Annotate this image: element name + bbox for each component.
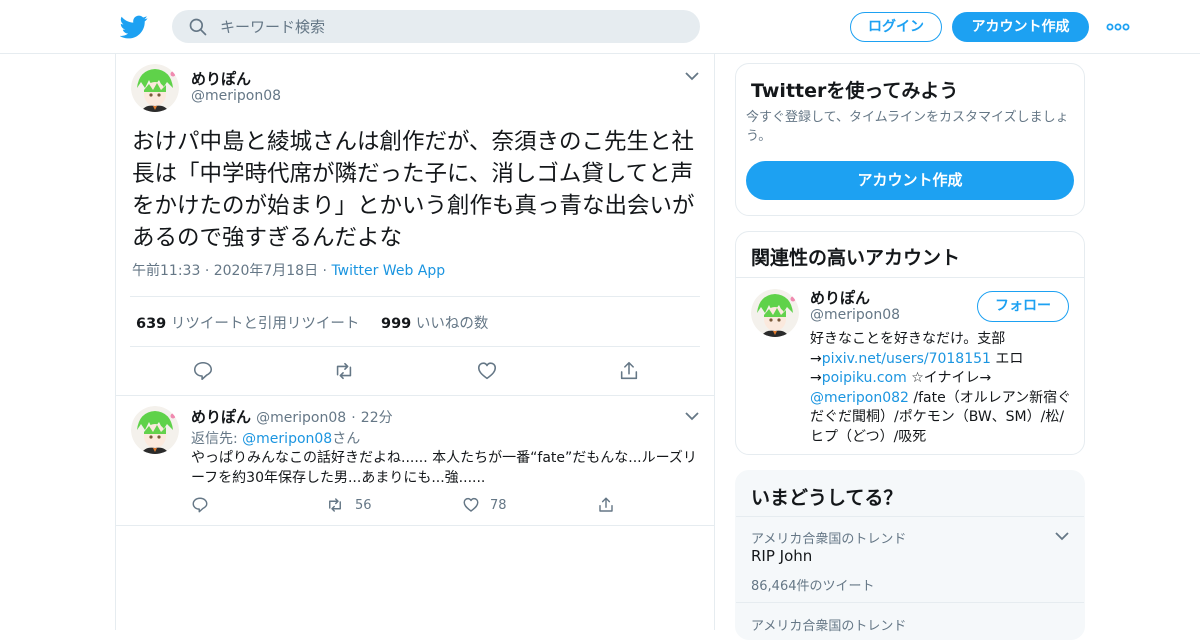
related-card-title: 関連性の高いアカウント <box>751 247 961 269</box>
like-label: いいねの数 <box>415 316 489 332</box>
reply-context: 返信先: @meripon08さん <box>191 428 360 448</box>
main-column: めりぽん @meripon08 おけパ中島と綾城さんは創作だが、奈須きのこ先生と… <box>115 54 715 630</box>
more-dots-icon[interactable] <box>1106 20 1130 34</box>
card-divider <box>736 602 1084 603</box>
twitter-bird-icon[interactable] <box>120 13 148 41</box>
like-count: 999 <box>381 316 412 332</box>
reply-author-name[interactable]: めりぽん <box>191 408 251 426</box>
meta-separator: · <box>351 410 356 426</box>
login-button[interactable]: ログイン <box>850 12 942 42</box>
signup-card-description: 今すぐ登録して、タイムラインをカスタマイズしましょう。 <box>746 110 1069 144</box>
signup-button[interactable]: アカウント作成 <box>952 12 1089 42</box>
reply-retweet-count: 56 <box>355 498 372 513</box>
bio-arrow: → <box>810 370 822 386</box>
trend-context: アメリカ合衆国のトレンド <box>751 532 907 547</box>
avatar[interactable] <box>131 406 179 454</box>
search-icon <box>189 18 207 36</box>
reply-author-handle[interactable]: @meripon08 <box>256 410 346 426</box>
reply-age[interactable]: 22分 <box>361 410 393 426</box>
tweet-stats: 639 リツイートと引用リツイート 999 いいねの数 <box>130 296 700 347</box>
follow-button[interactable]: フォロー <box>977 291 1069 322</box>
bio-link-pixiv[interactable]: pixiv.net/users/7018151 <box>822 351 991 367</box>
share-icon[interactable] <box>597 496 615 514</box>
bio-text: 好きなことを好きなだけ。支部 <box>810 331 1006 347</box>
search-box[interactable] <box>172 10 700 43</box>
tweet-text: おけパ中島と綾城さんは創作だが、奈須きのこ先生と社長は「中学時代席が隣だった子に… <box>132 129 695 251</box>
share-icon[interactable] <box>618 360 640 382</box>
avatar[interactable] <box>131 64 179 112</box>
reply-prefix: 返信先: <box>191 431 243 447</box>
trends-card-title: いまどうしてる？ <box>751 487 903 509</box>
retweet-icon[interactable] <box>333 360 355 382</box>
related-account-bio: 好きなことを好きなだけ。支部 →pixiv.net/users/7018151 エ… <box>810 330 1072 447</box>
trend-context: アメリカ合衆国のトレンド <box>751 619 907 634</box>
reply-suffix: さん <box>332 431 361 447</box>
tweet-source-link[interactable]: Twitter Web App <box>331 263 445 279</box>
retweet-stat[interactable]: 639 リツイートと引用リツイート <box>136 312 359 333</box>
bio-link-poipiku[interactable]: poipiku.com <box>822 370 907 386</box>
retweet-count: 639 <box>136 316 167 332</box>
meta-separator: · <box>204 263 214 279</box>
avatar[interactable] <box>751 289 799 337</box>
card-divider <box>736 277 1084 278</box>
related-accounts-card: 関連性の高いアカウント めりぽん @meripon08 フォロー 好きなことを好… <box>735 231 1085 455</box>
search-input[interactable] <box>220 10 680 43</box>
tweet-divider <box>116 525 714 526</box>
bio-text: ☆イナイレ→ <box>906 370 992 386</box>
signup-card-button[interactable]: アカウント作成 <box>746 161 1074 200</box>
bio-arrow: → <box>810 350 822 367</box>
top-bar: ログイン アカウント作成 <box>0 0 1200 54</box>
retweet-label: リツイートと引用リツイート <box>170 316 360 332</box>
bio-link-mention[interactable]: @meripon082 <box>810 390 909 406</box>
tweet-time[interactable]: 午前11:33 <box>132 263 200 279</box>
related-account-handle[interactable]: @meripon08 <box>810 307 900 323</box>
like-icon[interactable] <box>476 360 498 382</box>
trends-card: いまどうしてる？ アメリカ合衆国のトレンド RIP John 86,464件のツ… <box>735 470 1085 640</box>
signup-card: Twitterを使ってみよう 今すぐ登録して、タイムラインをカスタマイズしましょ… <box>735 63 1085 216</box>
reply-like-count: 78 <box>490 498 507 513</box>
card-divider <box>736 516 1084 517</box>
like-stat[interactable]: 999 いいねの数 <box>381 312 488 333</box>
tweet-meta: 午前11:33 · 2020年7月18日 · Twitter Web App <box>132 260 445 280</box>
reply-text: やっぱりみんなこの話好きだよね...... 本人たちが一番“fate”だもんな.… <box>191 450 697 486</box>
reply-header: めりぽん @meripon08 · 22分 <box>191 406 393 427</box>
like-icon[interactable] <box>462 496 480 514</box>
author-handle[interactable]: @meripon08 <box>191 88 281 104</box>
chevron-down-icon[interactable] <box>684 411 700 421</box>
author-name[interactable]: めりぽん <box>191 68 251 89</box>
retweet-icon[interactable] <box>326 496 344 514</box>
chevron-down-icon[interactable] <box>1054 531 1070 541</box>
related-account-name[interactable]: めりぽん <box>810 287 870 308</box>
reply-icon[interactable] <box>191 496 209 514</box>
signup-card-title: Twitterを使ってみよう <box>751 80 959 102</box>
tweet-divider <box>116 395 714 396</box>
tweet-date[interactable]: 2020年7月18日 <box>214 263 318 279</box>
reply-icon[interactable] <box>192 360 214 382</box>
trend-name[interactable]: RIP John <box>751 547 812 565</box>
reply-to-link[interactable]: @meripon08 <box>242 431 332 447</box>
bio-text: エロ <box>990 350 1024 367</box>
chevron-down-icon[interactable] <box>684 71 700 81</box>
trend-tweet-count: 86,464件のツイート <box>751 579 875 594</box>
